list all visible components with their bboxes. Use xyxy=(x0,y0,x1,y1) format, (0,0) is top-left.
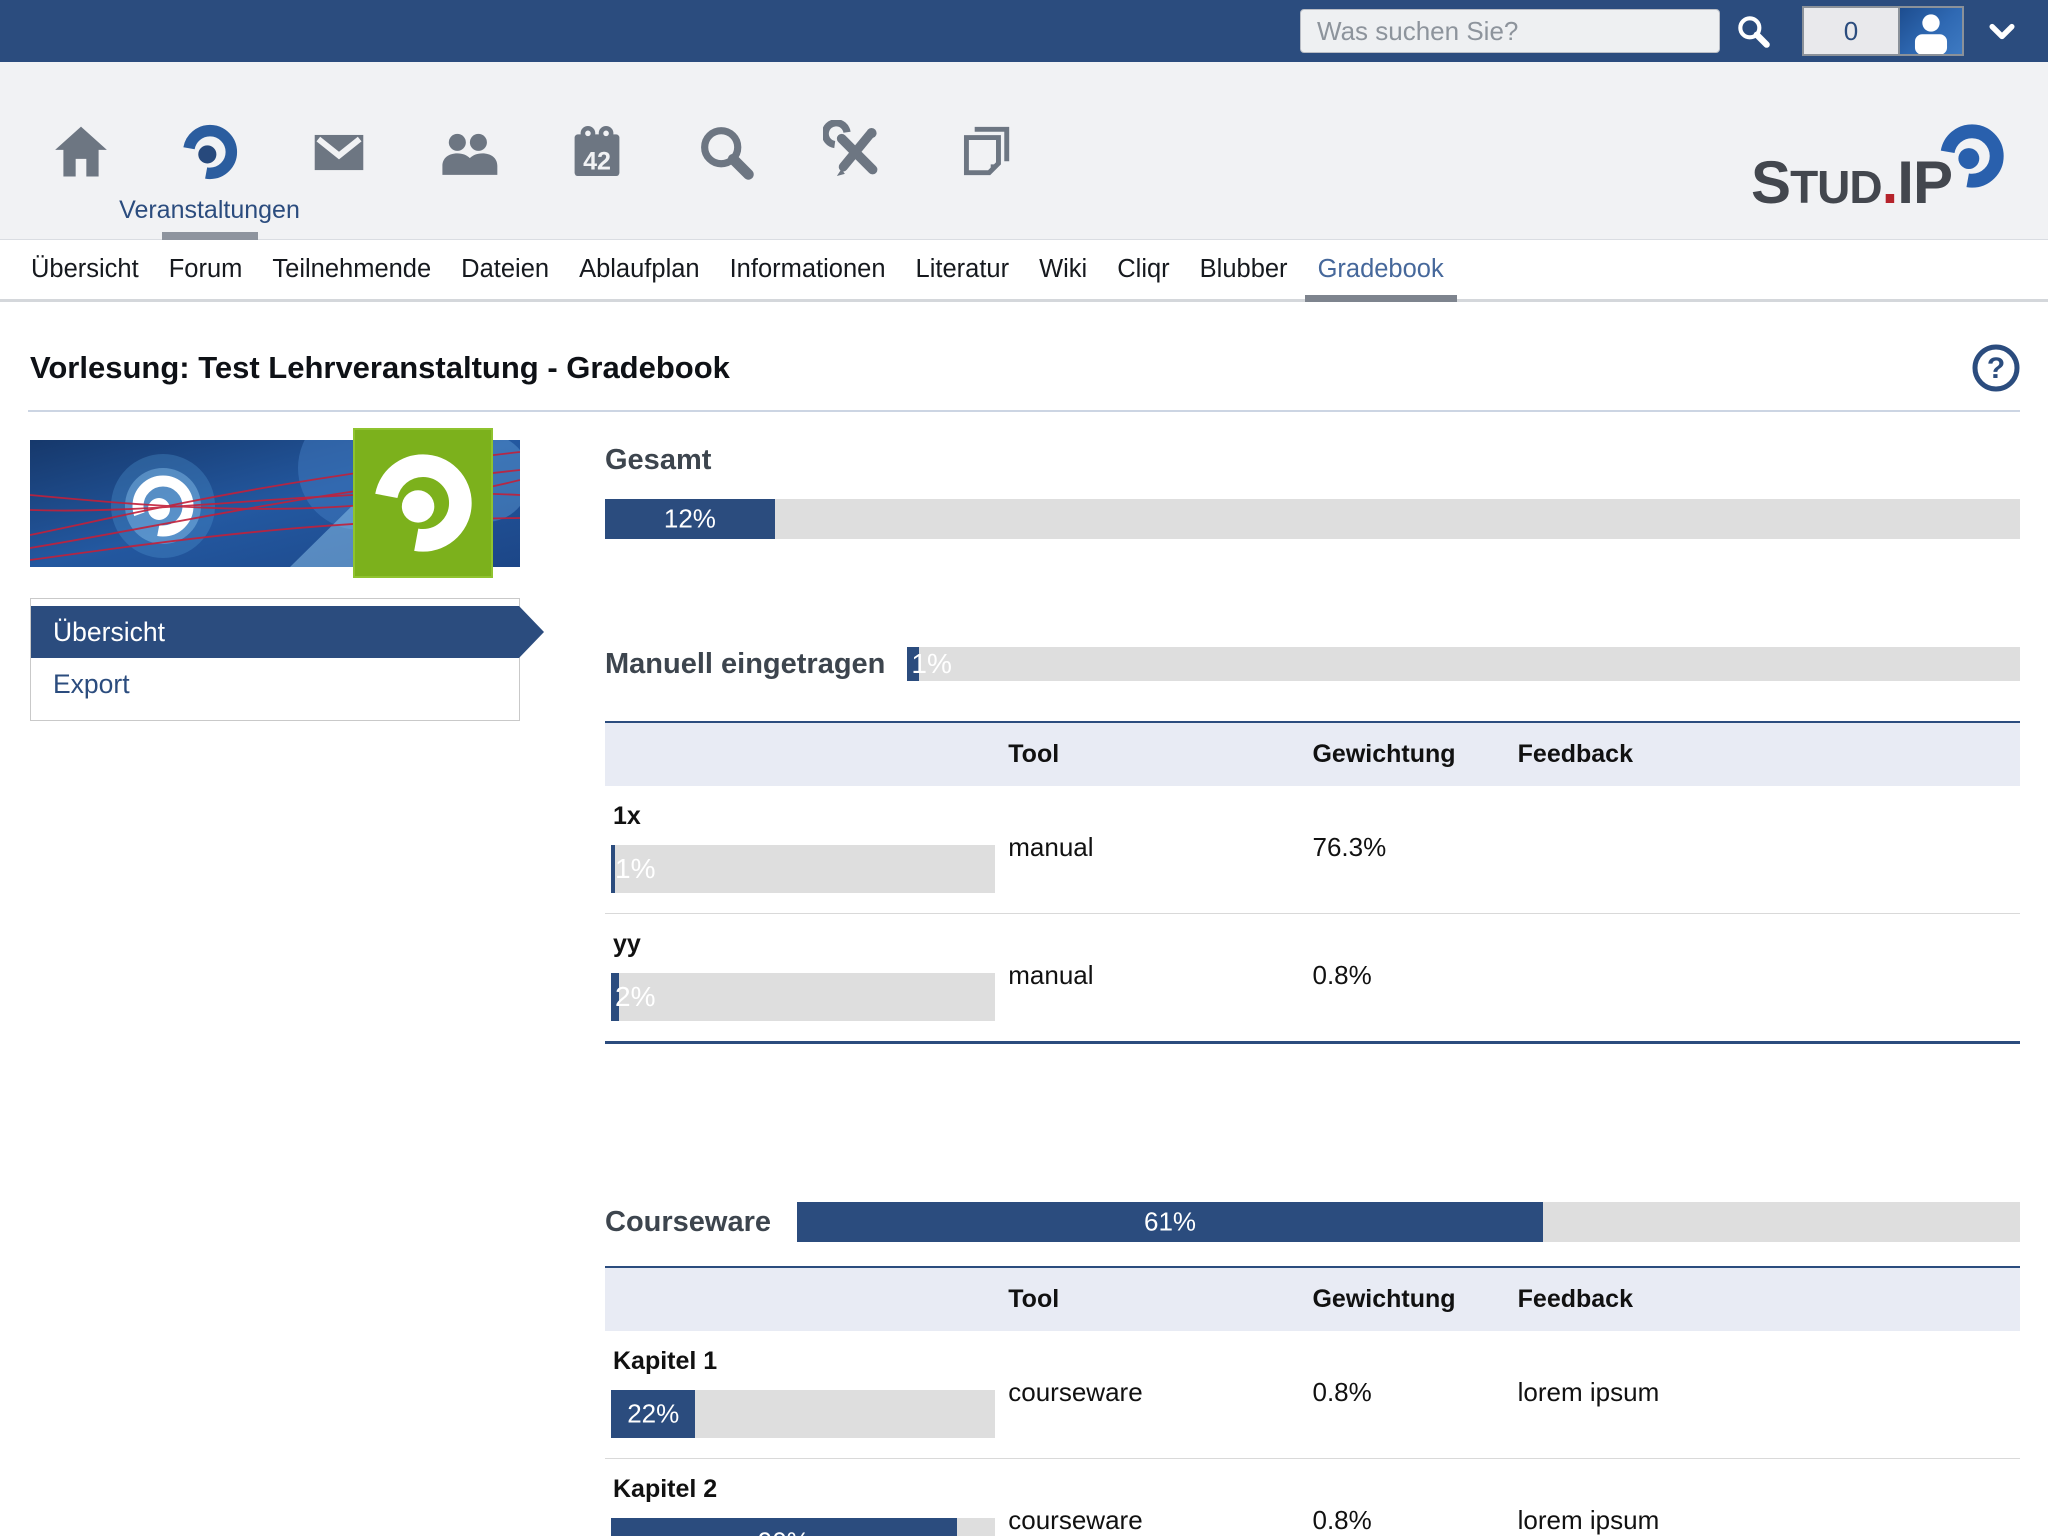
course-tab-bar: Übersicht Forum Teilnehmende Dateien Abl… xyxy=(0,240,2048,302)
sidebar-item-uebersicht[interactable]: Übersicht xyxy=(31,606,519,658)
tab-teilnehmende[interactable]: Teilnehmende xyxy=(257,240,446,299)
row-feedback xyxy=(1518,786,2020,914)
courseware-heading: Courseware xyxy=(605,1206,771,1239)
schedule-button[interactable]: 42 xyxy=(532,120,661,184)
row-progressbar: 1% xyxy=(611,845,995,893)
courseware-progress-label: 61% xyxy=(797,1207,1543,1238)
row-tool: courseware xyxy=(1008,1459,1312,1536)
chevron-down-icon[interactable] xyxy=(1986,19,2018,43)
sidebar-item-export[interactable]: Export xyxy=(31,658,519,710)
row-feedback xyxy=(1518,914,2020,1043)
row-tool: courseware xyxy=(1008,1331,1312,1459)
row-weight: 0.8% xyxy=(1312,1331,1517,1459)
col-feedback: Feedback xyxy=(1518,1267,2020,1331)
courses-label: Veranstaltungen xyxy=(119,196,300,225)
row-tool: manual xyxy=(1008,786,1312,914)
active-tab-underline xyxy=(1305,295,1457,302)
studip-gradebook-page: 0 Veranstaltungen xyxy=(0,0,2048,1536)
tab-forum[interactable]: Forum xyxy=(154,240,258,299)
tab-informationen[interactable]: Informationen xyxy=(715,240,901,299)
global-search-button[interactable] xyxy=(661,120,790,184)
tab-dateien[interactable]: Dateien xyxy=(446,240,564,299)
row-feedback: lorem ipsum xyxy=(1518,1459,2020,1536)
table-row: yy 2% manual 0.8% xyxy=(605,914,2020,1043)
table-row: Kapitel 1 22% courseware 0.8% lorem ipsu… xyxy=(605,1331,2020,1459)
course-avatar-tile xyxy=(353,428,493,578)
search-input[interactable] xyxy=(1300,9,1720,53)
avatar[interactable] xyxy=(1900,8,1962,54)
row-progressbar: 2% xyxy=(611,973,995,1021)
table-header-row: Tool Gewichtung Feedback xyxy=(605,1267,2020,1331)
user-widget: 0 xyxy=(1802,6,1964,56)
gesamt-progress-label: 12% xyxy=(605,504,775,535)
svg-text:?: ? xyxy=(1987,352,2005,385)
home-button[interactable] xyxy=(16,120,145,184)
top-bar: 0 xyxy=(0,0,2048,62)
gesamt-progressbar: 12% xyxy=(605,499,2020,539)
row-progressbar: 90% xyxy=(611,1518,995,1536)
tab-wiki[interactable]: Wiki xyxy=(1024,240,1102,299)
tab-blubber[interactable]: Blubber xyxy=(1185,240,1303,299)
manuell-heading: Manuell eingetragen xyxy=(605,648,885,681)
row-progressbar: 22% xyxy=(611,1390,995,1438)
col-tool: Tool xyxy=(1008,1267,1312,1331)
row-weight: 0.8% xyxy=(1312,914,1517,1043)
tab-ablaufplan[interactable]: Ablaufplan xyxy=(564,240,715,299)
active-nav-underline xyxy=(162,232,258,240)
logo-text: S xyxy=(1751,148,1790,217)
search-icon[interactable] xyxy=(1734,12,1772,50)
gradebook-content: Gesamt 12% Manuell eingetragen 1% xyxy=(605,428,2020,1536)
row-name: Kapitel 1 xyxy=(613,1347,1008,1376)
row-feedback: lorem ipsum xyxy=(1518,1331,2020,1459)
manuell-progressbar: 1% xyxy=(907,647,2020,681)
tab-literatur[interactable]: Literatur xyxy=(901,240,1025,299)
table-header-row: Tool Gewichtung Feedback xyxy=(605,722,2020,786)
col-gewichtung: Gewichtung xyxy=(1312,1267,1517,1331)
courseware-grades-table: Tool Gewichtung Feedback Kapitel 1 22% xyxy=(605,1266,2020,1536)
tab-gradebook[interactable]: Gradebook xyxy=(1303,240,1459,299)
courses-button-active[interactable]: Veranstaltungen xyxy=(145,120,274,240)
col-gewichtung: Gewichtung xyxy=(1312,722,1517,786)
gesamt-heading: Gesamt xyxy=(605,444,2020,477)
community-button[interactable] xyxy=(403,120,532,184)
page-title: Vorlesung: Test Lehrveranstaltung - Grad… xyxy=(30,350,730,386)
row-name: Kapitel 2 xyxy=(613,1475,1008,1504)
pages-button[interactable] xyxy=(919,120,1048,184)
tab-uebersicht[interactable]: Übersicht xyxy=(16,240,154,299)
table-row: 1x 1% manual 76.3% xyxy=(605,786,2020,914)
courseware-progressbar: 61% xyxy=(797,1202,2020,1242)
messages-button[interactable] xyxy=(274,120,403,184)
main-icon-toolbar: Veranstaltungen 42 xyxy=(0,62,2048,240)
table-row: Kapitel 2 90% courseware 0.8% lorem ipsu… xyxy=(605,1459,2020,1536)
row-weight: 0.8% xyxy=(1312,1459,1517,1536)
svg-text:42: 42 xyxy=(583,148,611,176)
tools-button[interactable] xyxy=(790,120,919,184)
help-icon[interactable]: ? xyxy=(1970,342,2022,394)
sidebar-menu: Übersicht Export xyxy=(30,598,520,721)
manual-grades-table: Tool Gewichtung Feedback 1x 1% xyxy=(605,721,2020,1044)
col-tool: Tool xyxy=(1008,722,1312,786)
row-name: 1x xyxy=(613,802,1008,831)
manuell-progress-label: 1% xyxy=(911,648,951,680)
studip-logo: STUD.IP xyxy=(1751,148,1952,217)
col-feedback: Feedback xyxy=(1518,722,2020,786)
sidebar: Übersicht Export xyxy=(30,428,520,1536)
notification-counter[interactable]: 0 xyxy=(1804,8,1900,54)
row-name: yy xyxy=(613,930,1008,959)
row-tool: manual xyxy=(1008,914,1312,1043)
tab-cliqr[interactable]: Cliqr xyxy=(1102,240,1184,299)
row-weight: 76.3% xyxy=(1312,786,1517,914)
studip-swirl-icon xyxy=(1934,118,2010,199)
